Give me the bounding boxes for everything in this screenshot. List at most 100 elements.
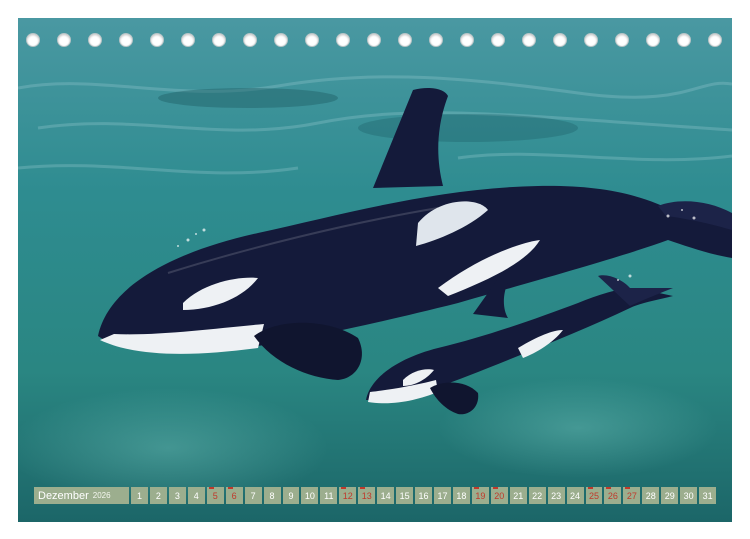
day-number: 7 <box>250 490 256 501</box>
day-number: 1 <box>136 490 142 501</box>
day-cell: 9 <box>282 487 300 504</box>
day-number: 23 <box>551 490 562 501</box>
day-cell: 6 <box>225 487 243 504</box>
day-number: 6 <box>231 490 237 501</box>
day-number: 27 <box>626 490 637 501</box>
day-cell: 28 <box>642 487 660 504</box>
day-cell: 5 <box>206 487 224 504</box>
day-cell: 17 <box>434 487 451 504</box>
day-cell: 20 <box>490 487 508 504</box>
orca-photo <box>18 18 732 522</box>
day-cell: 3 <box>168 487 186 504</box>
day-cell: 10 <box>301 487 319 504</box>
day-number: 22 <box>532 490 543 501</box>
day-number: 18 <box>456 490 467 501</box>
holiday-mark <box>360 487 366 489</box>
binding-hole <box>57 33 71 47</box>
day-cell: 19 <box>471 487 489 504</box>
holiday-mark <box>606 487 612 489</box>
day-cell: 29 <box>661 487 679 504</box>
month-label: Dezember 2026 <box>34 487 129 504</box>
holiday-mark <box>208 487 214 489</box>
day-number: 9 <box>288 490 294 501</box>
binding-hole <box>584 33 598 47</box>
binding-hole <box>305 33 319 47</box>
binding-hole <box>708 33 722 47</box>
holiday-mark <box>625 487 631 489</box>
binding-hole <box>26 33 40 47</box>
holiday-mark <box>492 487 498 489</box>
binding-hole <box>522 33 536 47</box>
day-cell: 18 <box>452 487 470 504</box>
day-number: 12 <box>342 490 353 501</box>
year-label: 2026 <box>92 491 111 500</box>
binding-hole <box>336 33 350 47</box>
binding-hole <box>150 33 164 47</box>
day-cell: 23 <box>547 487 565 504</box>
binding-hole <box>243 33 257 47</box>
day-number: 15 <box>399 490 410 501</box>
calendar-page: Dezember 2026 1 2 3 4 5 6 7 8 9 10 11 12 13 14 15 16 17 1… <box>0 0 750 539</box>
day-cell: 7 <box>244 487 262 504</box>
day-cell: 15 <box>396 487 414 504</box>
day-number: 20 <box>494 490 505 501</box>
holiday-mark <box>341 487 347 489</box>
day-number: 28 <box>645 490 656 501</box>
day-number: 17 <box>437 490 448 501</box>
day-cell: 30 <box>680 487 698 504</box>
binding-hole <box>460 33 474 47</box>
day-number: 25 <box>588 490 599 501</box>
day-number: 31 <box>702 490 713 501</box>
binding-hole <box>429 33 443 47</box>
binding-hole <box>646 33 660 47</box>
day-cell: 27 <box>623 487 641 504</box>
binding-hole <box>677 33 691 47</box>
day-cell: 16 <box>415 487 432 504</box>
day-cell: 24 <box>566 487 584 504</box>
day-number: 30 <box>683 490 694 501</box>
day-cell: 4 <box>187 487 205 504</box>
day-number: 3 <box>174 490 180 501</box>
day-number: 16 <box>418 490 429 501</box>
day-cell: 1 <box>131 487 148 504</box>
day-number: 2 <box>155 490 161 501</box>
binding-hole <box>88 33 102 47</box>
day-cell: 8 <box>263 487 281 504</box>
day-number: 10 <box>304 490 315 501</box>
month-name: Dezember <box>38 489 89 502</box>
binding-hole <box>553 33 567 47</box>
day-cell: 21 <box>509 487 527 504</box>
holiday-mark <box>587 487 593 489</box>
day-cell: 25 <box>585 487 603 504</box>
day-cell: 13 <box>358 487 376 504</box>
binding-hole <box>212 33 226 47</box>
day-number: 8 <box>269 490 275 501</box>
spiral-binding-holes <box>26 32 722 48</box>
binding-hole <box>119 33 133 47</box>
day-number: 13 <box>361 490 372 501</box>
day-cell: 14 <box>377 487 395 504</box>
day-number: 4 <box>193 490 199 501</box>
binding-hole <box>367 33 381 47</box>
day-number: 14 <box>380 490 391 501</box>
day-number: 21 <box>513 490 524 501</box>
day-cell: 26 <box>604 487 622 504</box>
calendar-date-strip: Dezember 2026 1 2 3 4 5 6 7 8 9 10 11 12 13 14 15 16 17 1… <box>34 487 717 504</box>
binding-hole <box>274 33 288 47</box>
day-number: 26 <box>607 490 618 501</box>
day-cell: 11 <box>320 487 338 504</box>
binding-hole <box>398 33 412 47</box>
binding-hole <box>181 33 195 47</box>
day-cells: 1 2 3 4 5 6 7 8 9 10 11 12 13 14 15 16 17 18 19 20 21 22 23 24 2… <box>131 487 717 504</box>
day-number: 19 <box>475 490 486 501</box>
day-number: 5 <box>212 490 218 501</box>
binding-hole <box>491 33 505 47</box>
binding-hole <box>615 33 629 47</box>
day-cell: 31 <box>699 487 717 504</box>
day-cell: 2 <box>149 487 167 504</box>
day-cell: 22 <box>528 487 546 504</box>
holiday-mark <box>227 487 233 489</box>
day-number: 29 <box>664 490 675 501</box>
day-number: 24 <box>570 490 581 501</box>
day-cell: 12 <box>339 487 357 504</box>
